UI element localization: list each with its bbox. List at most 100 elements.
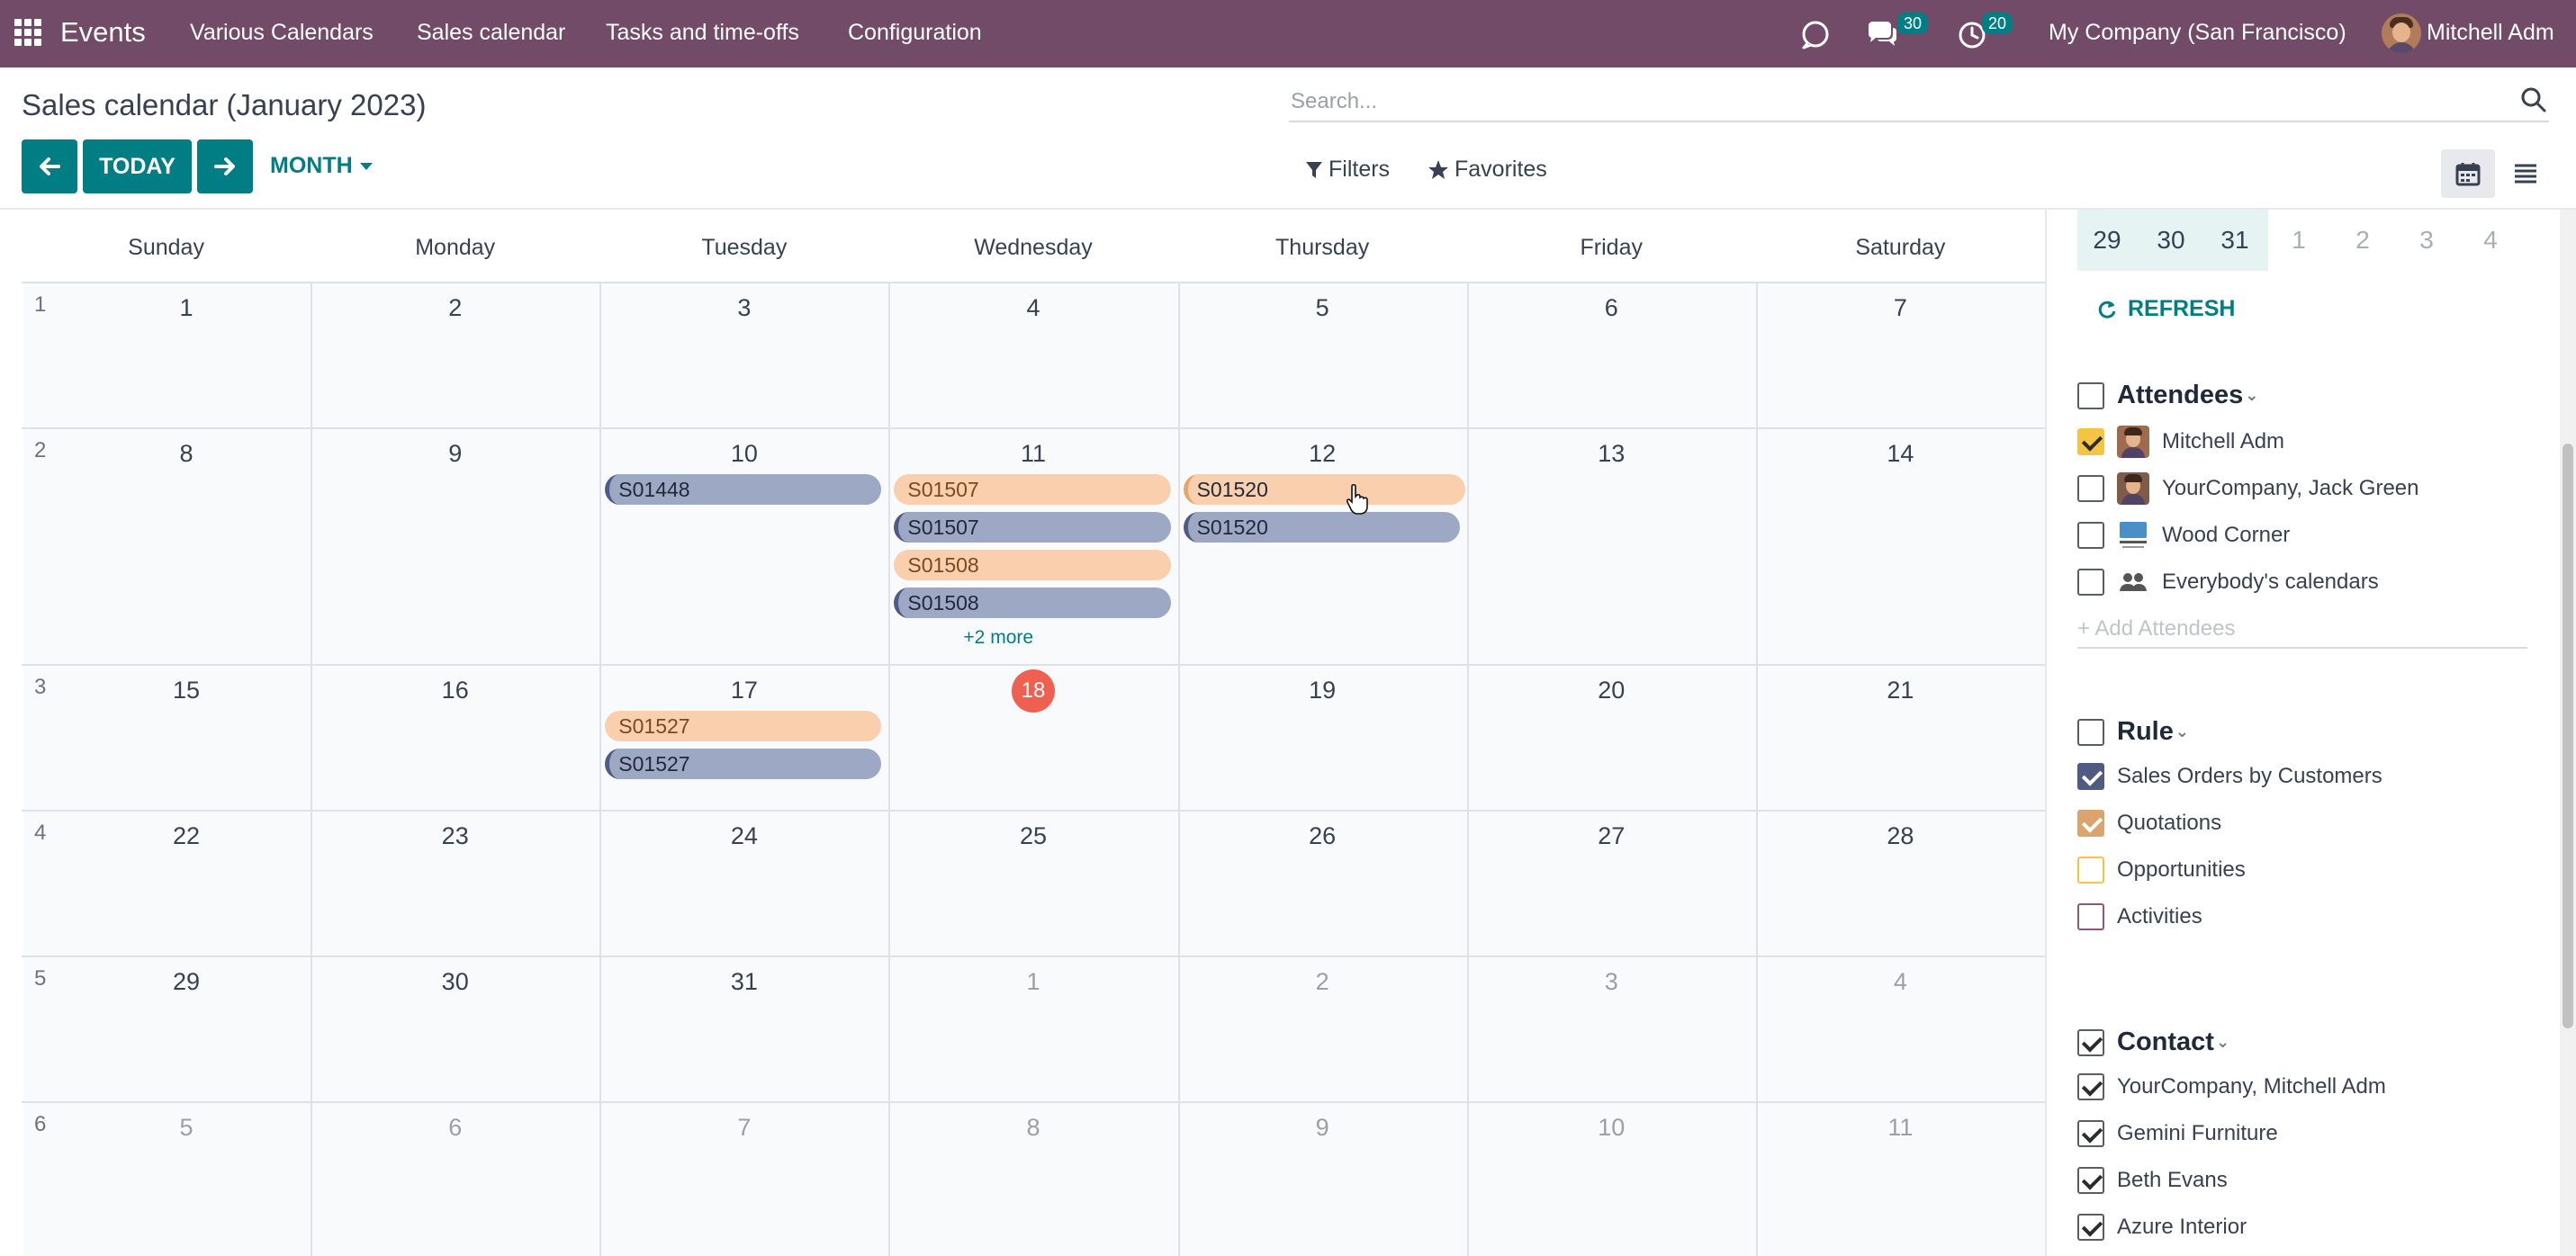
scale-dropdown[interactable]: MONTH — [270, 153, 373, 179]
mini-calendar-day[interactable]: 4 — [2461, 226, 2520, 255]
day-number[interactable]: 8 — [1006, 1114, 1060, 1142]
rule-checkbox[interactable] — [2077, 903, 2104, 930]
contact-checkbox[interactable] — [2077, 1167, 2104, 1194]
day-number[interactable]: 5 — [159, 1114, 213, 1142]
contact-filter-item[interactable]: Gemini Furniture — [2077, 1120, 2278, 1147]
contact-checkbox[interactable] — [2077, 1214, 2104, 1241]
day-number[interactable]: 29 — [159, 968, 213, 996]
menu-configuration[interactable]: Configuration — [848, 20, 982, 46]
rule-filter-item[interactable]: Quotations — [2077, 810, 2221, 837]
calendar-event[interactable]: S01520 — [1183, 512, 1460, 543]
day-number[interactable]: 22 — [159, 822, 213, 850]
day-number[interactable]: 1 — [1006, 968, 1060, 996]
mini-calendar-day[interactable]: 31 — [2205, 226, 2265, 255]
attendees-toggle-checkbox[interactable] — [2077, 381, 2104, 409]
attendees-filter-item[interactable]: Mitchell Adm — [2077, 426, 2284, 458]
day-number[interactable]: 16 — [428, 677, 482, 704]
day-number[interactable]: 25 — [1006, 822, 1060, 850]
day-number[interactable]: 15 — [159, 677, 213, 704]
day-number[interactable]: 5 — [1295, 294, 1349, 322]
attendees-checkbox[interactable] — [2077, 569, 2104, 596]
day-number[interactable]: 10 — [1584, 1114, 1638, 1142]
attendees-checkbox[interactable] — [2077, 522, 2104, 549]
rule-section-title[interactable]: Rule ⌄ — [2077, 717, 2189, 747]
day-number[interactable]: 9 — [1295, 1114, 1349, 1142]
rule-checkbox[interactable] — [2077, 857, 2104, 884]
menu-sales-calendar[interactable]: Sales calendar — [417, 20, 565, 46]
attendees-filter-item[interactable]: Wood Corner — [2077, 519, 2290, 552]
scrollbar-thumb[interactable] — [2562, 444, 2573, 1028]
mini-calendar-day[interactable]: 2 — [2333, 226, 2392, 255]
today-button[interactable]: TODAY — [83, 139, 192, 193]
search-icon[interactable] — [2520, 86, 2547, 113]
messages-icon[interactable] — [1865, 17, 1899, 51]
day-number[interactable]: 24 — [717, 822, 771, 850]
app-name[interactable]: Events — [60, 16, 146, 49]
day-number[interactable]: 11 — [1006, 440, 1060, 468]
attendees-checkbox[interactable] — [2077, 475, 2104, 502]
attendees-section-title[interactable]: Attendees ⌄ — [2077, 381, 2258, 410]
contact-filter-item[interactable]: Azure Interior — [2077, 1214, 2247, 1241]
day-number[interactable]: 19 — [1295, 677, 1349, 704]
mini-calendar-day[interactable]: 30 — [2141, 226, 2201, 255]
calendar-event[interactable]: S01508 — [894, 588, 1171, 618]
contact-checkbox[interactable] — [2077, 1073, 2104, 1100]
day-number[interactable]: 1 — [159, 294, 213, 322]
day-number[interactable]: 23 — [428, 822, 482, 850]
apps-menu-icon[interactable] — [14, 19, 41, 46]
calendar-event[interactable]: S01520 — [1183, 474, 1465, 505]
day-number[interactable]: 20 — [1584, 677, 1638, 704]
day-number[interactable]: 8 — [159, 440, 213, 468]
calendar-event[interactable]: S01507 — [894, 512, 1171, 543]
day-number[interactable]: 11 — [1873, 1114, 1927, 1142]
day-number[interactable]: 3 — [1584, 968, 1638, 996]
day-number[interactable]: 2 — [428, 294, 482, 322]
day-number[interactable]: 30 — [428, 968, 482, 996]
day-number[interactable]: 4 — [1006, 294, 1060, 322]
contact-section-title[interactable]: Contact ⌄ — [2077, 1027, 2229, 1057]
company-switcher[interactable]: My Company (San Francisco) — [2049, 20, 2346, 46]
rule-filter-item[interactable]: Sales Orders by Customers — [2077, 763, 2382, 790]
discuss-icon[interactable] — [1798, 17, 1833, 51]
day-number[interactable]: 13 — [1584, 440, 1638, 468]
mini-calendar-day[interactable]: 29 — [2077, 226, 2137, 255]
day-number[interactable]: 21 — [1873, 677, 1927, 704]
rule-toggle-checkbox[interactable] — [2077, 718, 2104, 746]
day-number[interactable]: 2 — [1295, 968, 1349, 996]
mini-calendar-day[interactable]: 1 — [2269, 226, 2328, 255]
day-number[interactable]: 3 — [717, 294, 771, 322]
menu-various-calendars[interactable]: Various Calendars — [190, 20, 374, 46]
next-button[interactable] — [197, 139, 253, 193]
add-attendees-input[interactable]: + Add Attendees — [2077, 616, 2527, 649]
user-name[interactable]: Mitchell Adm — [2427, 20, 2554, 46]
contact-checkbox[interactable] — [2077, 1120, 2104, 1147]
day-number[interactable]: 6 — [1584, 294, 1638, 322]
day-number[interactable]: 10 — [717, 440, 771, 468]
calendar-event[interactable]: S01507 — [894, 474, 1171, 505]
attendees-filter-item[interactable]: Everybody's calendars — [2077, 566, 2379, 598]
contact-toggle-checkbox[interactable] — [2077, 1028, 2104, 1056]
today-marker[interactable]: 18 — [1012, 669, 1055, 713]
day-number[interactable]: 4 — [1873, 968, 1927, 996]
rule-filter-item[interactable]: Activities — [2077, 903, 2202, 930]
calendar-view-button[interactable] — [2441, 149, 2495, 198]
contact-filter-item[interactable]: Beth Evans — [2077, 1167, 2228, 1194]
filters-button[interactable]: Filters — [1305, 157, 1390, 183]
rule-filter-item[interactable]: Opportunities — [2077, 857, 2246, 884]
day-number[interactable]: 17 — [717, 677, 771, 704]
day-number[interactable]: 14 — [1873, 440, 1927, 468]
day-number[interactable]: 28 — [1873, 822, 1927, 850]
menu-tasks-timeoffs[interactable]: Tasks and time-offs — [606, 20, 799, 46]
calendar-event[interactable]: S01527 — [605, 749, 882, 779]
day-number[interactable]: 31 — [717, 968, 771, 996]
refresh-button[interactable]: REFRESH — [2097, 296, 2235, 322]
more-events-link[interactable]: +2 more — [963, 627, 1033, 649]
rule-checkbox[interactable] — [2077, 810, 2104, 837]
search-input[interactable] — [1291, 86, 2479, 117]
attendees-checkbox[interactable] — [2077, 428, 2104, 455]
contact-filter-item[interactable]: YourCompany, Mitchell Adm — [2077, 1073, 2386, 1100]
calendar-event[interactable]: S01508 — [894, 550, 1171, 580]
user-avatar[interactable] — [2382, 13, 2421, 53]
day-number[interactable]: 6 — [428, 1114, 482, 1142]
rule-checkbox[interactable] — [2077, 763, 2104, 790]
